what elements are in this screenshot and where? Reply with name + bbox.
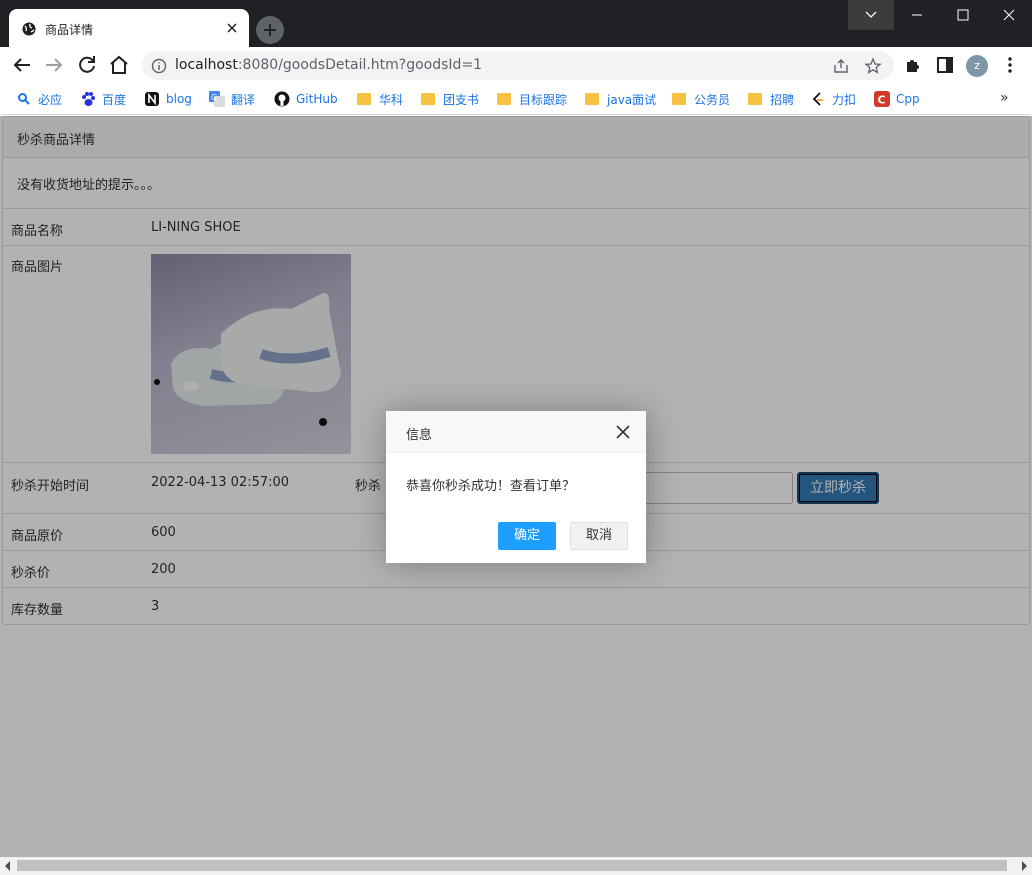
bookmark-folder-tuanzhishu[interactable]: 团支书 [421,90,479,108]
close-window-button[interactable] [986,0,1032,30]
leetcode-icon [812,92,823,106]
info-icon[interactable] [151,58,167,74]
bookmark-baidu[interactable]: 百度 [80,90,126,108]
bookmark-github[interactable]: GitHub [274,90,338,108]
horizontal-scrollbar[interactable] [0,857,1032,875]
github-icon [274,91,290,107]
browser-tab[interactable]: 商品详情 [9,9,249,47]
bookmark-label: java面试 [607,92,657,107]
tab-title: 商品详情 [45,23,94,37]
ok-button[interactable]: 确定 [498,522,557,550]
bookmark-folder-java[interactable]: java面试 [585,90,656,108]
svg-text:G: G [211,93,217,102]
folder-icon [748,93,762,105]
cpp-icon: C [874,91,890,107]
bookmark-label: 翻译 [231,92,256,107]
bookmark-label: 团支书 [443,92,480,107]
close-icon[interactable] [616,425,630,439]
bookmark-label: 华科 [379,92,404,107]
more-bookmarks-button[interactable]: » [1000,90,1009,106]
folder-icon [672,93,686,105]
bookmark-label: 必应 [38,92,63,107]
back-arrow-icon[interactable] [10,53,34,77]
bookmark-label: 力扣 [832,92,857,107]
bookmark-folder-huake[interactable]: 华科 [357,90,403,108]
folder-icon [585,93,599,105]
svg-text:C: C [878,94,886,107]
bookmark-label: Cpp [896,92,920,106]
url-path: :8080/goodsDetail.htm?goodsId=1 [237,57,483,73]
bookmark-folder-zhaopin[interactable]: 招聘 [748,90,794,108]
scroll-left-arrow-icon[interactable] [5,861,10,871]
dialog-title-text: 信息 [406,428,433,443]
plus-icon [264,24,276,36]
notion-icon [145,92,159,106]
browser-titlebar: 商品详情 [0,0,1032,47]
bookmark-label: GitHub [296,92,338,106]
minimize-icon [912,14,922,16]
bookmark-label: 公务员 [694,92,731,107]
minimize-button[interactable] [894,0,940,30]
bookmark-cpp[interactable]: C Cpp [874,90,920,108]
bookmark-blog[interactable]: blog [144,90,192,108]
reload-icon[interactable] [75,53,99,77]
forward-arrow-icon[interactable] [42,53,66,77]
maximize-button[interactable] [940,0,986,30]
folder-icon [497,93,511,105]
search-icon [18,93,30,105]
globe-icon [22,22,36,36]
new-tab-button[interactable] [256,16,284,44]
maximize-icon [957,9,969,21]
cancel-button[interactable]: 取消 [570,522,629,550]
scroll-right-arrow-icon[interactable] [1022,861,1027,871]
close-icon [1003,9,1015,21]
folder-icon [357,93,371,105]
baidu-icon [82,92,95,106]
bookmark-bing[interactable]: 必应 [16,90,62,108]
dialog-title: 信息 [386,411,646,453]
extensions-icon[interactable] [901,53,925,77]
address-bar[interactable]: localhost:8080/goodsDetail.htm?goodsId=1 [142,51,894,80]
bookmark-label: 招聘 [770,92,795,107]
folder-icon [421,93,435,105]
bookmarks-bar: 必应 百度 blog G 翻译 GitHub 华科 团支书 目标跟踪 java面… [0,84,1032,115]
browser-toolbar: localhost:8080/goodsDetail.htm?goodsId=1… [0,47,1032,84]
bookmark-folder-gongwuyuan[interactable]: 公务员 [672,90,730,108]
bookmark-leetcode[interactable]: 力扣 [810,90,856,108]
profile-avatar[interactable]: z [966,55,988,77]
url-host: localhost [175,57,238,73]
scrollbar-thumb[interactable] [17,860,1007,871]
translate-icon: G [209,91,225,107]
home-icon[interactable] [107,53,131,77]
close-tab-icon[interactable] [224,20,240,36]
tab-search-button[interactable] [848,0,894,30]
confirm-dialog: 信息 恭喜你秒杀成功！查看订单？ 确定 取消 [386,411,646,563]
bookmark-label: 百度 [102,92,127,107]
bookmark-label: blog [166,92,192,106]
dialog-message: 恭喜你秒杀成功！查看订单？ [406,479,576,494]
bookmark-label: 目标跟踪 [519,92,568,107]
star-icon[interactable] [864,57,882,75]
bookmark-folder-tracking[interactable]: 目标跟踪 [497,90,567,108]
side-panel-icon[interactable] [933,53,957,77]
bookmark-translate[interactable]: G 翻译 [209,90,255,108]
chevron-down-icon [865,11,877,18]
more-menu-icon[interactable] [998,53,1022,77]
page-content: 秒杀商品详情 没有收货地址的提示。。。 商品名称 LI-NING SHOE 商品… [0,116,1032,857]
url-text[interactable]: localhost:8080/goodsDetail.htm?goodsId=1 [175,57,482,73]
share-icon[interactable] [832,57,850,75]
